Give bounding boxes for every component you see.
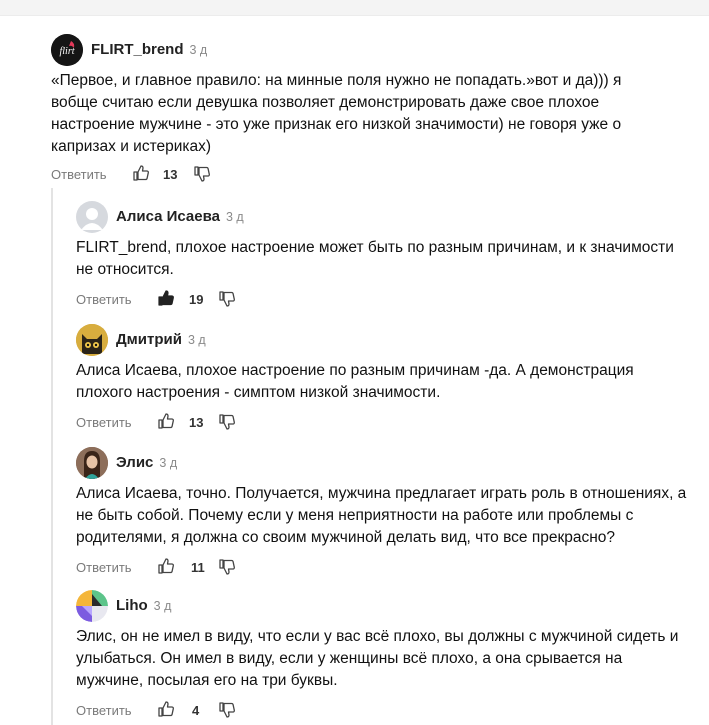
reply-button[interactable]: Ответить [51,167,107,182]
avatar[interactable] [76,324,108,356]
comment-text: Алиса Исаева, плохое настроение по разны… [76,362,634,401]
comment: Алиса Исаева 3 д FLIRT_brend, плохое наст… [76,201,696,311]
thumbs-up-icon[interactable] [157,557,175,575]
comment-time: 3 д [153,599,172,613]
like-count: 11 [191,560,205,575]
comment-time: 3 д [187,333,206,347]
author-name[interactable]: Дмитрий 3 д [116,331,206,348]
default-user-icon [81,208,103,230]
comment-text: FLIRT_brend, плохое настроение может быт… [76,239,674,278]
reply-button[interactable]: Ответить [76,560,132,575]
comment: Дмитрий 3 д Алиса Исаева, плохое настроен… [76,324,696,434]
comment-time: 3 д [225,210,244,224]
comment: Liho 3 д Элис, он не имел в виду, что есл… [76,590,696,722]
top-bar [0,0,709,16]
comment-actions: Ответить 13 [76,412,696,434]
comment-header: Алиса Исаева 3 д [76,201,696,233]
comment-time: 3 д [189,43,208,57]
comment-actions: Ответить 11 [76,557,696,579]
author-name[interactable]: FLIRT_brend 3 д [91,41,207,58]
comment-actions: Ответить 19 [76,289,696,311]
thumbs-down-icon[interactable] [218,290,236,308]
comment-actions: Ответить 4 [76,700,696,722]
thumbs-down-icon[interactable] [193,165,211,183]
like-count: 13 [189,415,204,430]
comment-header: Дмитрий 3 д [76,324,696,356]
like-count: 4 [192,703,200,718]
reply-button[interactable]: Ответить [76,415,132,430]
comment-text: «Первое, и главное правило: на минные по… [51,72,622,155]
thumbs-down-icon[interactable] [218,701,236,719]
comment-header: Элис 3 д [76,447,696,479]
thumbs-up-filled-icon[interactable] [157,289,175,307]
comment: Элис 3 д Алиса Исаева, точно. Получается,… [76,447,696,579]
thumbs-up-icon[interactable] [157,700,175,718]
thumbs-down-icon[interactable] [218,413,236,431]
comment-text: Элис, он не имел в виду, что если у вас … [76,628,679,689]
comment-actions: Ответить 13 [51,164,691,186]
comment: flirt FLIRT_brend 3 д «Первое, и главное … [51,34,691,186]
comment-text: Алиса Исаева, точно. Получается, мужчина… [76,485,687,546]
reply-button[interactable]: Ответить [76,703,132,718]
like-count: 13 [163,167,178,182]
like-count: 19 [189,292,204,307]
comment-time: 3 д [159,456,178,470]
geometric-avatar-icon [76,590,108,622]
author-name[interactable]: Liho 3 д [116,597,171,614]
avatar[interactable]: flirt [51,34,83,66]
thread-line [51,188,53,725]
cat-icon [76,324,108,356]
svg-text:flirt: flirt [59,46,74,57]
comment-header: flirt FLIRT_brend 3 д [51,34,691,66]
avatar[interactable] [76,590,108,622]
thumbs-up-icon[interactable] [132,164,150,182]
thumbs-up-icon[interactable] [157,412,175,430]
thumbs-down-icon[interactable] [218,558,236,576]
avatar[interactable] [76,201,108,233]
reply-button[interactable]: Ответить [76,292,132,307]
flirt-logo-icon: flirt [51,34,83,66]
author-name[interactable]: Элис 3 д [116,454,177,471]
comment-header: Liho 3 д [76,590,696,622]
avatar[interactable] [76,447,108,479]
author-name[interactable]: Алиса Исаева 3 д [116,208,244,225]
woman-portrait-icon [76,447,108,479]
